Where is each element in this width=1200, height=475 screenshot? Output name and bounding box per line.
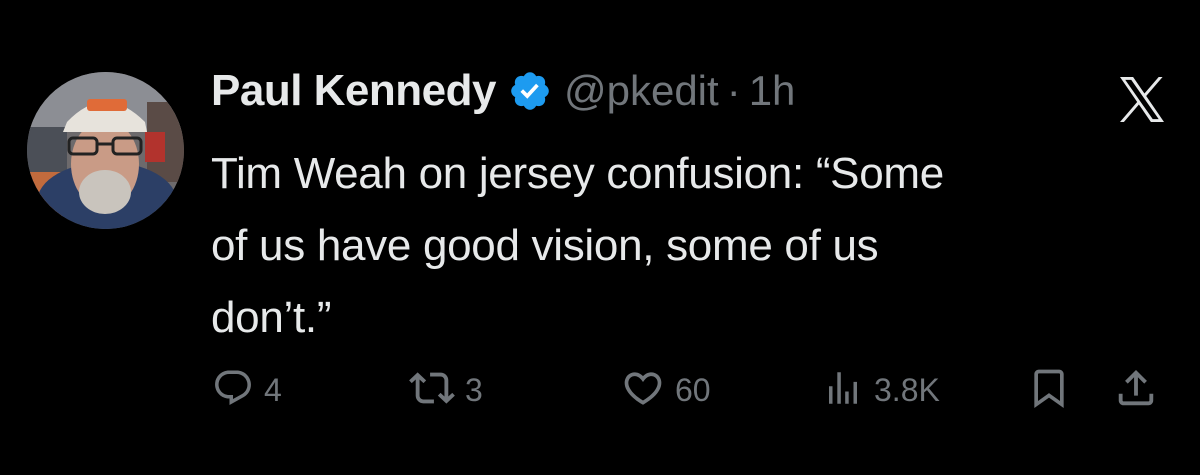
action-bar: 4 3 60 3.8K xyxy=(0,360,1200,420)
share-button[interactable] xyxy=(1113,360,1159,420)
reply-icon xyxy=(212,367,254,414)
x-logo-icon[interactable] xyxy=(1117,77,1167,122)
views-chart-icon xyxy=(822,367,864,414)
author-name[interactable]: Paul Kennedy xyxy=(211,66,496,116)
author-handle[interactable]: @pkedit xyxy=(564,67,719,115)
tweet-card: Paul Kennedy @pkedit · 1h Tim Weah on je… xyxy=(0,0,1200,475)
views-button[interactable]: 3.8K xyxy=(822,360,940,420)
view-count: 3.8K xyxy=(874,371,940,408)
tweet-text-line-2: of us have good vision, some of us xyxy=(211,221,879,270)
retweet-count: 3 xyxy=(465,371,483,408)
heart-icon xyxy=(621,366,665,415)
tweet-time[interactable]: 1h xyxy=(749,67,796,115)
like-button[interactable]: 60 xyxy=(621,360,711,420)
reply-count: 4 xyxy=(264,371,282,408)
like-count: 60 xyxy=(675,371,711,408)
tweet-text-line-1: Tim Weah on jersey confusion: “Some xyxy=(211,149,944,198)
reply-button[interactable]: 4 xyxy=(212,360,282,420)
retweet-icon xyxy=(409,365,455,416)
verified-badge-icon xyxy=(508,69,552,113)
share-icon xyxy=(1113,365,1159,416)
avatar[interactable] xyxy=(27,72,184,229)
tweet-text-line-3: don’t.” xyxy=(211,293,332,342)
bookmark-button[interactable] xyxy=(1027,360,1071,420)
tweet-text: Tim Weah on jersey confusion: “Some of u… xyxy=(211,138,1171,354)
retweet-button[interactable]: 3 xyxy=(409,360,483,420)
separator-dot: · xyxy=(726,67,741,114)
bookmark-icon xyxy=(1027,366,1071,415)
tweet-header: Paul Kennedy @pkedit · 1h xyxy=(211,66,795,116)
